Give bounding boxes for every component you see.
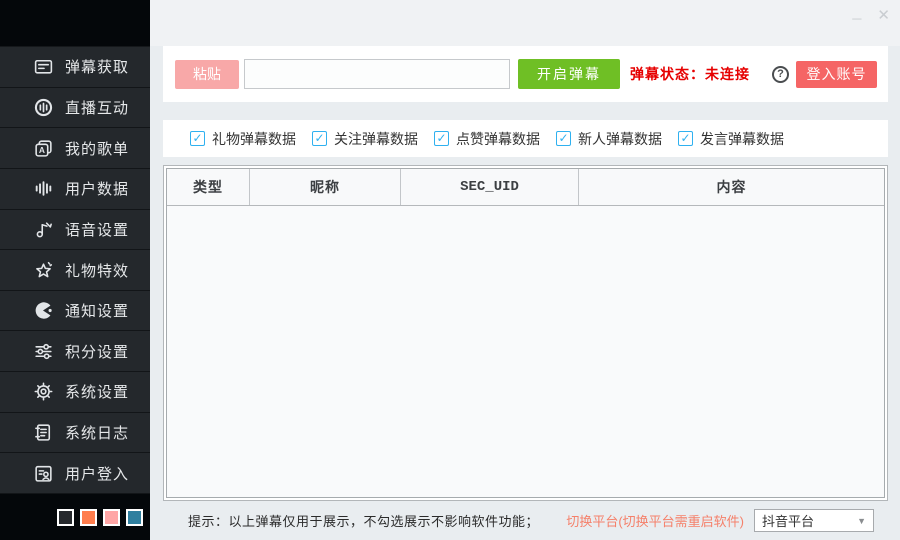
- sidebar-menu: 弹幕获取 直播互动 A 我的歌单: [0, 46, 150, 494]
- status-value: 未连接: [705, 66, 750, 82]
- start-danmaku-button[interactable]: 开启弹幕: [518, 59, 620, 89]
- notification-pacman-icon: [33, 300, 54, 321]
- sidebar-item-notification-settings[interactable]: 通知设置: [0, 291, 150, 332]
- sidebar-item-label: 系统设置: [65, 381, 129, 402]
- danmaku-table-panel: 类型 昵称 SEC_UID 内容: [163, 165, 888, 501]
- theme-swatch-pink[interactable]: [103, 509, 120, 526]
- sidebar-item-system-log[interactable]: 系统日志: [0, 413, 150, 454]
- filter-label: 新人弹幕数据: [578, 129, 662, 149]
- filter-gift-danmaku[interactable]: 礼物弹幕数据: [190, 129, 295, 149]
- sidebar-logo-area: [0, 0, 150, 46]
- sidebar-item-voice-settings[interactable]: 语音设置: [0, 210, 150, 251]
- checkbox-checked-icon[interactable]: [556, 131, 571, 146]
- sidebar-item-live-interaction[interactable]: 直播互动: [0, 88, 150, 129]
- column-header-content: 内容: [579, 169, 884, 205]
- filter-label: 点赞弹幕数据: [456, 129, 540, 149]
- sidebar: 弹幕获取 直播互动 A 我的歌单: [0, 0, 150, 540]
- login-account-button[interactable]: 登入账号: [796, 61, 877, 88]
- sidebar-item-label: 直播互动: [65, 97, 129, 118]
- live-interaction-icon: [33, 97, 54, 118]
- sidebar-item-user-data[interactable]: 用户数据: [0, 169, 150, 210]
- voice-note-icon: [33, 219, 54, 240]
- platform-select[interactable]: 抖音平台 ▼: [754, 509, 874, 532]
- filter-newuser-danmaku[interactable]: 新人弹幕数据: [556, 129, 661, 149]
- gift-star-icon: [33, 260, 54, 281]
- main-area: ─ ✕ 粘贴 开启弹幕 弹幕状态：未连接 ? 登入账号 礼物弹幕数据: [150, 0, 900, 540]
- gear-icon: [33, 381, 54, 402]
- switch-platform-label: 切换平台(切换平台需重启软件): [566, 511, 744, 530]
- column-header-type: 类型: [167, 169, 250, 205]
- system-log-icon: [33, 422, 54, 443]
- filter-follow-danmaku[interactable]: 关注弹幕数据: [312, 129, 417, 149]
- sidebar-item-label: 弹幕获取: [65, 56, 129, 77]
- minimize-button[interactable]: ─: [852, 6, 861, 25]
- sidebar-item-label: 用户登入: [65, 463, 129, 484]
- close-button[interactable]: ✕: [877, 8, 890, 23]
- connection-toolbar: 粘贴 开启弹幕 弹幕状态：未连接 ? 登入账号: [163, 46, 888, 102]
- chevron-down-icon: ▼: [857, 516, 866, 526]
- column-header-sec-uid: SEC_UID: [401, 169, 579, 205]
- status-label: 弹幕状态：: [630, 66, 705, 82]
- user-login-icon: [33, 463, 54, 484]
- danmaku-filter-bar: 礼物弹幕数据 关注弹幕数据 点赞弹幕数据 新人弹幕数据 发言弹幕数据: [163, 120, 888, 157]
- sidebar-item-user-login[interactable]: 用户登入: [0, 453, 150, 494]
- window-controls: ─ ✕: [852, 6, 890, 25]
- sidebar-item-label: 积分设置: [65, 341, 129, 362]
- table-body-empty: [167, 206, 884, 497]
- paste-button[interactable]: 粘贴: [175, 60, 239, 89]
- sidebar-item-system-settings[interactable]: 系统设置: [0, 372, 150, 413]
- filter-label: 关注弹幕数据: [334, 129, 418, 149]
- sidebar-item-label: 语音设置: [65, 219, 129, 240]
- theme-swatch-teal[interactable]: [126, 509, 143, 526]
- sidebar-item-label: 礼物特效: [65, 260, 129, 281]
- svg-text:A: A: [39, 145, 45, 155]
- sidebar-item-label: 通知设置: [65, 300, 129, 321]
- help-icon[interactable]: ?: [772, 66, 789, 83]
- theme-swatch-dark[interactable]: [57, 509, 74, 526]
- sidebar-item-danmaku-fetch[interactable]: 弹幕获取: [0, 47, 150, 88]
- theme-swatch-orange[interactable]: [80, 509, 97, 526]
- sidebar-item-label: 系统日志: [65, 422, 129, 443]
- filter-label: 发言弹幕数据: [700, 129, 784, 149]
- points-sliders-icon: [33, 341, 54, 362]
- playlist-icon: A: [33, 138, 54, 159]
- sidebar-item-my-playlist[interactable]: A 我的歌单: [0, 128, 150, 169]
- filter-chat-danmaku[interactable]: 发言弹幕数据: [678, 129, 783, 149]
- titlebar: [150, 0, 900, 46]
- danmaku-status: 弹幕状态：未连接: [630, 64, 750, 84]
- checkbox-checked-icon[interactable]: [678, 131, 693, 146]
- table-header-row: 类型 昵称 SEC_UID 内容: [167, 169, 884, 206]
- platform-select-value: 抖音平台: [762, 511, 857, 530]
- sidebar-item-label: 用户数据: [65, 178, 129, 199]
- theme-swatch-bar: [0, 494, 150, 540]
- footer-tip-text: 提示：以上弹幕仅用于展示，不勾选展示不影响软件功能；: [188, 511, 566, 530]
- sidebar-item-label: 我的歌单: [65, 138, 129, 159]
- checkbox-checked-icon[interactable]: [434, 131, 449, 146]
- user-data-bars-icon: [33, 178, 54, 199]
- app-window: 弹幕获取 直播互动 A 我的歌单: [0, 0, 900, 540]
- footer-bar: 提示：以上弹幕仅用于展示，不勾选展示不影响软件功能； 切换平台(切换平台需重启软…: [163, 501, 888, 540]
- danmaku-list-icon: [33, 56, 54, 77]
- content: 粘贴 开启弹幕 弹幕状态：未连接 ? 登入账号 礼物弹幕数据 关注弹幕数据: [150, 46, 900, 540]
- checkbox-checked-icon[interactable]: [190, 131, 205, 146]
- checkbox-checked-icon[interactable]: [312, 131, 327, 146]
- danmaku-table: 类型 昵称 SEC_UID 内容: [166, 168, 885, 498]
- room-url-input[interactable]: [244, 59, 510, 89]
- filter-like-danmaku[interactable]: 点赞弹幕数据: [434, 129, 539, 149]
- column-header-nickname: 昵称: [250, 169, 401, 205]
- filter-label: 礼物弹幕数据: [212, 129, 296, 149]
- sidebar-item-gift-effects[interactable]: 礼物特效: [0, 250, 150, 291]
- sidebar-item-points-settings[interactable]: 积分设置: [0, 331, 150, 372]
